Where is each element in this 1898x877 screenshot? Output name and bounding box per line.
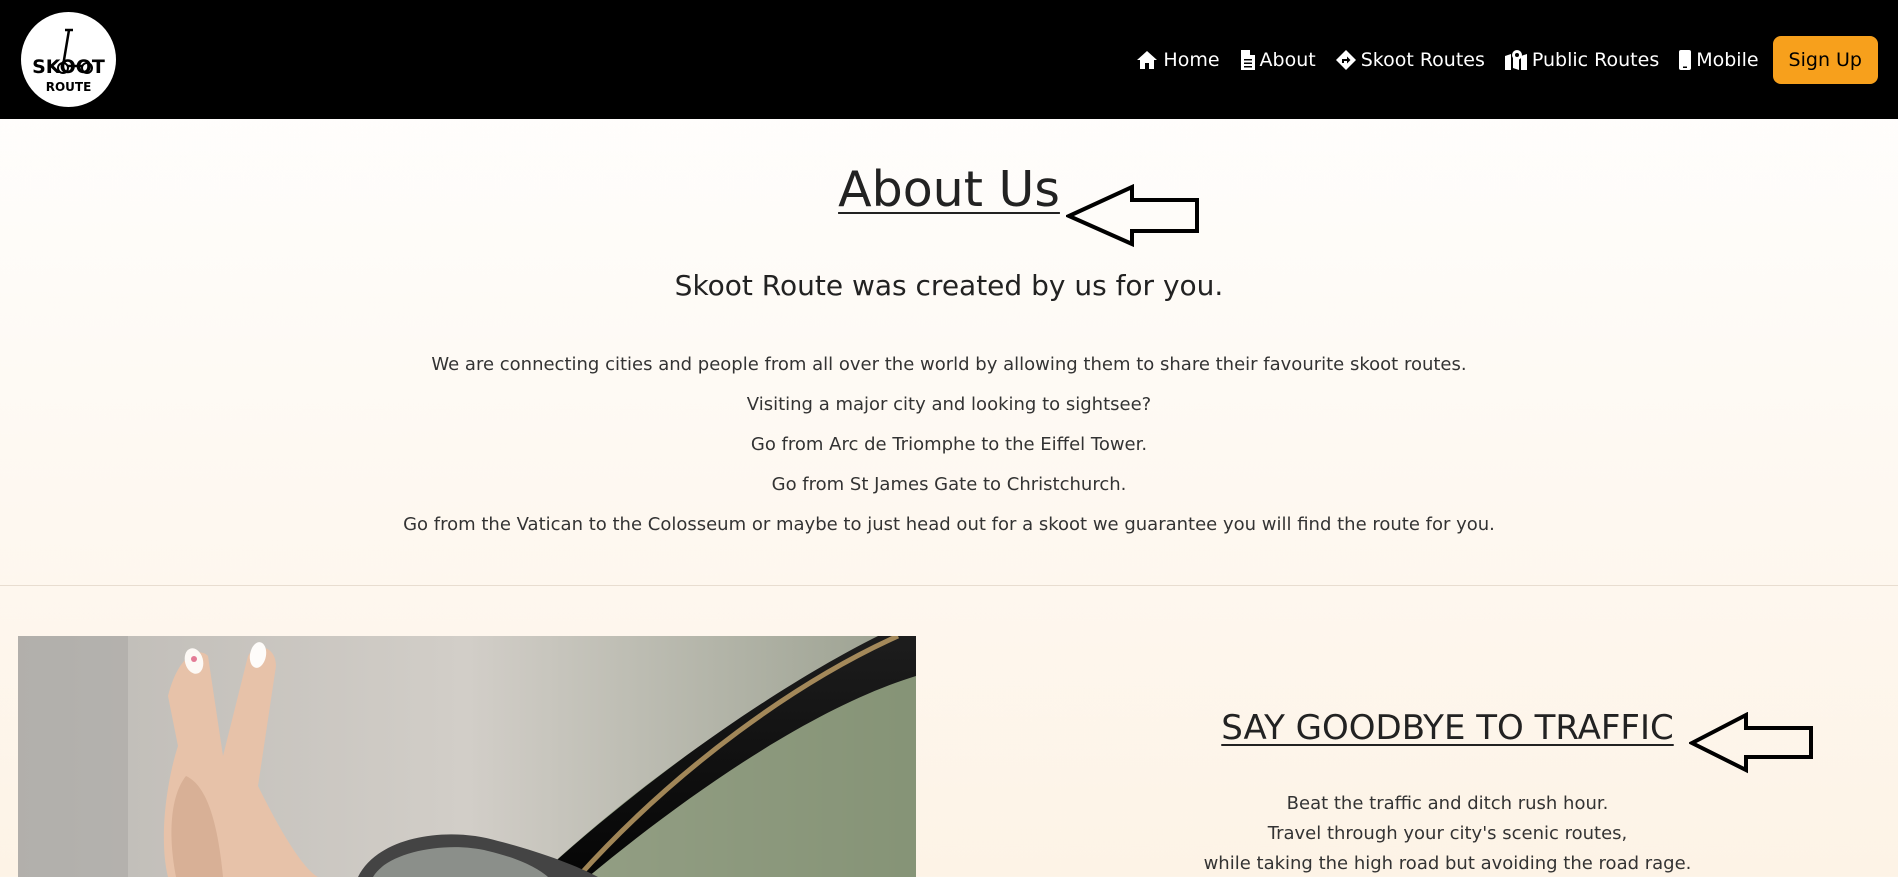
traffic-line: Beat the traffic and ditch rush hour.	[1286, 793, 1609, 814]
about-text: We are connecting cities and people from…	[0, 353, 1898, 553]
nav-links: Home About Skoot Routes Public Routes Mo…	[1126, 36, 1878, 84]
traffic-line: while taking the high road but avoiding …	[1203, 853, 1692, 874]
hero-photo	[18, 636, 916, 877]
directions-icon	[1335, 50, 1356, 70]
section-divider	[0, 585, 1898, 586]
logo-subtitle: ROUTE	[45, 80, 92, 94]
mobile-icon	[1679, 50, 1692, 70]
traffic-text: Beat the traffic and ditch rush hour. Tr…	[1130, 792, 1765, 877]
arrow-left-icon	[1066, 184, 1199, 248]
about-line: Go from Arc de Triomphe to the Eiffel To…	[750, 434, 1148, 455]
about-section: About Us Skoot Route was created by us f…	[0, 119, 1898, 585]
nav-home-label: Home	[1163, 49, 1220, 71]
nav-about-label: About	[1259, 49, 1316, 71]
nav-public-routes-label: Public Routes	[1531, 49, 1660, 71]
signup-button[interactable]: Sign Up	[1772, 36, 1878, 84]
about-line: Go from St James Gate to Christchurch.	[771, 474, 1127, 495]
nav-mobile-label: Mobile	[1696, 49, 1759, 71]
nav-skoot-routes[interactable]: Skoot Routes	[1326, 36, 1495, 84]
navbar: SKOOT ROUTE Home About Skoot Routes Publ…	[0, 0, 1898, 119]
about-line: Visiting a major city and looking to sig…	[746, 394, 1152, 415]
nav-home[interactable]: Home	[1126, 36, 1229, 84]
traffic-title: SAY GOODBYE TO TRAFFIC	[1221, 708, 1674, 748]
nav-about[interactable]: About	[1230, 36, 1326, 84]
map-marker-icon	[1504, 50, 1527, 70]
file-icon	[1240, 50, 1255, 70]
nav-mobile[interactable]: Mobile	[1669, 36, 1768, 84]
nav-public-routes[interactable]: Public Routes	[1495, 36, 1669, 84]
about-title: About Us	[838, 161, 1060, 218]
about-line: Go from the Vatican to the Colosseum or …	[403, 514, 1495, 535]
about-line: We are connecting cities and people from…	[431, 354, 1467, 375]
arrow-left-icon	[1689, 712, 1813, 774]
traffic-line: Travel through your city's scenic routes…	[1267, 823, 1628, 844]
site-logo[interactable]: SKOOT ROUTE	[21, 12, 116, 107]
about-subtitle: Skoot Route was created by us for you.	[674, 269, 1224, 302]
nav-skoot-routes-label: Skoot Routes	[1360, 49, 1485, 71]
home-icon	[1136, 50, 1158, 70]
logo-title: SKOOT	[32, 56, 105, 78]
